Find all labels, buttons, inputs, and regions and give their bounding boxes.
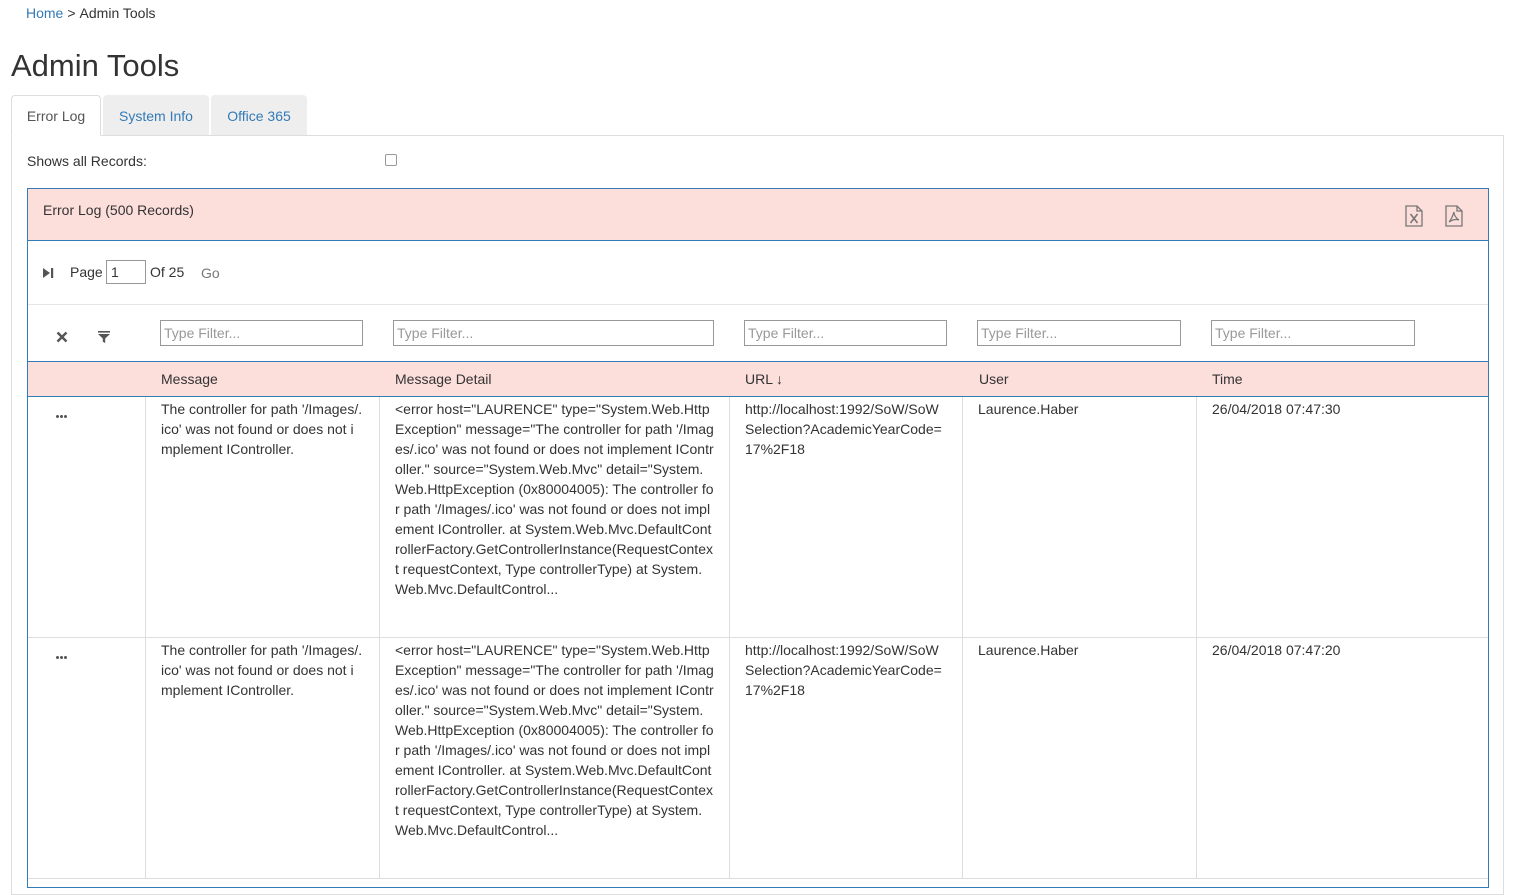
breadcrumb: Home > Admin Tools	[26, 5, 156, 21]
pager: Page Of 25 Go	[28, 241, 1488, 305]
filter-url-input[interactable]	[744, 320, 947, 346]
time-cell: 26/04/2018 07:47:20	[1196, 638, 1488, 878]
column-header-message-label: Message	[161, 371, 218, 387]
first-page-icon[interactable]	[41, 266, 55, 280]
pager-total-pages: Of 25	[150, 264, 185, 280]
tab-system-info[interactable]: System Info	[103, 95, 209, 135]
column-header-time[interactable]: Time	[1212, 371, 1243, 387]
column-header-url-label: URL	[745, 371, 774, 387]
clear-filter-icon[interactable]	[56, 331, 68, 343]
pdf-export-icon[interactable]	[1444, 205, 1464, 227]
column-header-message[interactable]: Message	[161, 371, 218, 387]
filter-message-input[interactable]	[160, 320, 363, 346]
column-header-user-label: User	[979, 371, 1009, 387]
filter-row	[28, 305, 1488, 362]
table-row: The controller for path '/Images/.ico' w…	[28, 638, 1488, 879]
message-detail-cell: <error host="LAURENCE" type="System.Web.…	[379, 397, 730, 637]
breadcrumb-home-link[interactable]: Home	[26, 5, 63, 21]
error-log-grid: Error Log (500 Records) Page Of 25 Go	[27, 188, 1489, 888]
column-header-message-detail[interactable]: Message Detail	[395, 371, 492, 387]
excel-export-icon[interactable]	[1404, 205, 1424, 227]
url-cell: http://localhost:1992/SoW/SoWSelection?A…	[729, 638, 963, 878]
pager-go-button[interactable]: Go	[201, 265, 220, 281]
shows-all-records-checkbox[interactable]	[385, 154, 397, 166]
column-header-url[interactable]: URL ↓	[745, 371, 783, 387]
table-row: The controller for path '/Images/.ico' w…	[28, 397, 1488, 638]
column-header-message-detail-label: Message Detail	[395, 371, 492, 387]
column-header-row: Message Message Detail URL ↓ User Time	[28, 362, 1488, 397]
pager-page-label: Page	[70, 264, 103, 280]
page-number-input[interactable]	[106, 260, 146, 284]
grid-title: Error Log (500 Records)	[43, 202, 194, 218]
message-detail-cell: <error host="LAURENCE" type="System.Web.…	[379, 638, 730, 878]
url-cell: http://localhost:1992/SoW/SoWSelection?A…	[729, 397, 963, 637]
grid-header: Error Log (500 Records)	[28, 189, 1488, 241]
column-header-user[interactable]: User	[979, 371, 1009, 387]
time-cell: 26/04/2018 07:47:30	[1196, 397, 1488, 637]
row-actions-cell	[28, 638, 146, 878]
filter-icon[interactable]	[97, 330, 111, 344]
row-actions-cell	[28, 397, 146, 637]
user-cell: Laurence.Haber	[962, 397, 1197, 637]
tab-error-log[interactable]: Error Log	[11, 95, 101, 136]
filter-message-detail-input[interactable]	[393, 320, 714, 346]
more-options-icon[interactable]	[56, 415, 72, 421]
breadcrumb-separator: >	[67, 5, 76, 21]
sort-descending-icon: ↓	[776, 371, 784, 387]
column-header-time-label: Time	[1212, 371, 1243, 387]
tab-office-365[interactable]: Office 365	[211, 95, 307, 135]
filter-user-input[interactable]	[977, 320, 1181, 346]
message-cell: The controller for path '/Images/.ico' w…	[145, 638, 379, 878]
shows-all-records-label: Shows all Records:	[27, 153, 147, 169]
message-cell: The controller for path '/Images/.ico' w…	[145, 397, 379, 637]
filter-time-input[interactable]	[1211, 320, 1415, 346]
user-cell: Laurence.Haber	[962, 638, 1197, 878]
page-title: Admin Tools	[11, 48, 180, 83]
breadcrumb-current: Admin Tools	[79, 5, 156, 21]
more-options-icon[interactable]	[56, 656, 72, 662]
